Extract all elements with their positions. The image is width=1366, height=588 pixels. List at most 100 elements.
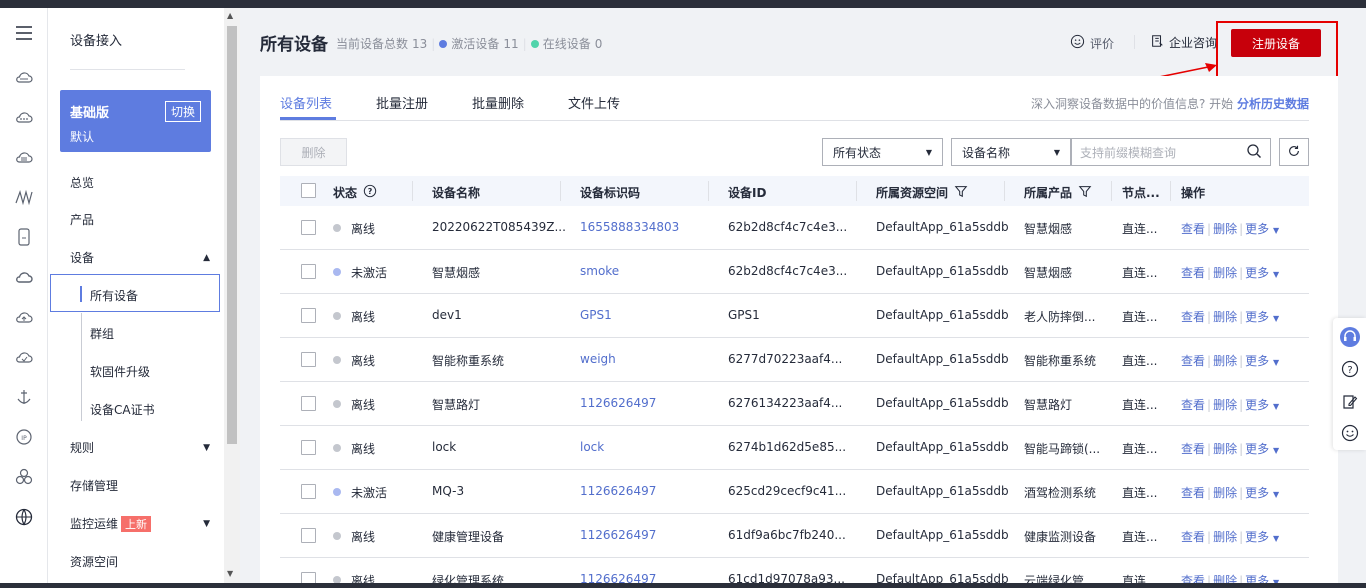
row-checkbox[interactable]: [301, 484, 316, 499]
device-identifier-link[interactable]: GPS1: [580, 308, 612, 322]
tab-file-upload[interactable]: 文件上传: [568, 93, 620, 112]
cloud-sync-icon[interactable]: [13, 346, 35, 368]
tab-batch-register[interactable]: 批量注册: [376, 93, 428, 112]
tab-batch-delete[interactable]: 批量删除: [472, 93, 524, 112]
chevron-down-icon[interactable]: ▼: [1273, 314, 1279, 323]
delete-link[interactable]: 删除: [1213, 530, 1237, 544]
device-identifier-link[interactable]: weigh: [580, 352, 616, 366]
more-link[interactable]: 更多: [1245, 486, 1269, 500]
view-link[interactable]: 查看: [1181, 530, 1205, 544]
scrollbar-thumb[interactable]: [227, 26, 237, 444]
col-identifier[interactable]: 设备标识码: [580, 184, 640, 201]
sidebar-item-overview[interactable]: 总览: [70, 174, 94, 191]
delete-link[interactable]: 删除: [1213, 354, 1237, 368]
view-link[interactable]: 查看: [1181, 442, 1205, 456]
search-icon[interactable]: [1246, 143, 1262, 162]
status-select[interactable]: 所有状态 ▼: [822, 138, 943, 166]
sidebar-item-product[interactable]: 产品: [70, 211, 94, 228]
sidebar-item-storage[interactable]: 存储管理: [70, 477, 118, 494]
row-checkbox[interactable]: [301, 528, 316, 543]
scroll-down-icon[interactable]: ▼: [227, 569, 233, 578]
sidebar-item-rules[interactable]: 规则: [70, 439, 94, 456]
device-identifier-link[interactable]: lock: [580, 440, 604, 454]
consult-button[interactable]: 企业咨询: [1150, 34, 1217, 51]
rate-button[interactable]: 评价: [1070, 34, 1114, 52]
cloud-icon[interactable]: [13, 66, 35, 88]
sidebar-item-ca[interactable]: 设备CA证书: [90, 401, 155, 418]
ip-icon[interactable]: IP: [13, 426, 35, 448]
chevron-down-icon[interactable]: ▼: [1273, 534, 1279, 543]
delete-button[interactable]: 删除: [280, 138, 347, 166]
delete-link[interactable]: 删除: [1213, 222, 1237, 236]
delete-link[interactable]: 删除: [1213, 310, 1237, 324]
row-checkbox[interactable]: [301, 264, 316, 279]
chevron-down-icon[interactable]: ▼: [1273, 490, 1279, 499]
more-link[interactable]: 更多: [1245, 354, 1269, 368]
chevron-down-icon[interactable]: ▼: [1273, 270, 1279, 279]
chevron-down-icon[interactable]: ▼: [1273, 226, 1279, 235]
chevron-up-icon[interactable]: ▲: [203, 253, 210, 263]
device-identifier-link[interactable]: 1126626497: [580, 528, 656, 542]
feedback-edit-icon[interactable]: [1339, 391, 1361, 413]
cloud-outline-icon[interactable]: [13, 266, 35, 288]
view-link[interactable]: 查看: [1181, 398, 1205, 412]
chevron-down-icon[interactable]: ▼: [203, 443, 210, 453]
delete-link[interactable]: 删除: [1213, 266, 1237, 280]
more-link[interactable]: 更多: [1245, 530, 1269, 544]
field-select[interactable]: 设备名称 ▼: [951, 138, 1071, 166]
sidebar-item-firmware[interactable]: 软固件升级: [90, 363, 150, 380]
view-link[interactable]: 查看: [1181, 310, 1205, 324]
customer-service-icon[interactable]: [1339, 326, 1361, 348]
sidebar-item-group[interactable]: 群组: [90, 325, 114, 342]
cluster-icon[interactable]: [13, 466, 35, 488]
filter-icon[interactable]: [954, 184, 968, 201]
row-checkbox[interactable]: [301, 396, 316, 411]
edition-switch-button[interactable]: 切换: [164, 101, 201, 122]
col-device-id[interactable]: 设备ID: [728, 184, 766, 201]
row-checkbox[interactable]: [301, 220, 316, 235]
row-checkbox[interactable]: [301, 308, 316, 323]
sidebar-item-monitor[interactable]: 监控运维 上新: [70, 515, 152, 532]
chevron-down-icon[interactable]: ▼: [1273, 358, 1279, 367]
sidebar-item-device[interactable]: 设备: [70, 249, 94, 266]
refresh-button[interactable]: [1279, 138, 1309, 166]
more-link[interactable]: 更多: [1245, 442, 1269, 456]
col-node[interactable]: 节点...: [1122, 184, 1160, 201]
network-wave-icon[interactable]: [13, 186, 35, 208]
device-identifier-link[interactable]: 1655888334803: [580, 220, 679, 234]
history-analysis-link[interactable]: 分析历史数据: [1237, 97, 1309, 111]
scroll-up-icon[interactable]: ▲: [227, 11, 233, 20]
more-link[interactable]: 更多: [1245, 310, 1269, 324]
more-link[interactable]: 更多: [1245, 222, 1269, 236]
sidebar-item-resource[interactable]: 资源空间: [70, 553, 118, 570]
cloud-database-icon[interactable]: [13, 146, 35, 168]
device-identifier-link[interactable]: 1126626497: [580, 484, 656, 498]
delete-link[interactable]: 删除: [1213, 486, 1237, 500]
view-link[interactable]: 查看: [1181, 266, 1205, 280]
anchor-icon[interactable]: [13, 386, 35, 408]
tab-device-list[interactable]: 设备列表: [280, 93, 332, 112]
view-link[interactable]: 查看: [1181, 354, 1205, 368]
row-checkbox[interactable]: [301, 440, 316, 455]
chevron-down-icon[interactable]: ▼: [1273, 402, 1279, 411]
view-link[interactable]: 查看: [1181, 486, 1205, 500]
smile-icon[interactable]: [1339, 422, 1361, 444]
question-icon[interactable]: ?: [1339, 358, 1361, 380]
more-link[interactable]: 更多: [1245, 398, 1269, 412]
cloud-upload-icon[interactable]: [13, 306, 35, 328]
device-identifier-link[interactable]: smoke: [580, 264, 619, 278]
chevron-down-icon[interactable]: ▼: [1273, 446, 1279, 455]
delete-link[interactable]: 删除: [1213, 398, 1237, 412]
globe-icon[interactable]: [13, 506, 35, 528]
help-icon[interactable]: ?: [363, 184, 377, 201]
more-link[interactable]: 更多: [1245, 266, 1269, 280]
chevron-down-icon[interactable]: ▼: [203, 519, 210, 529]
delete-link[interactable]: 删除: [1213, 442, 1237, 456]
select-all-checkbox[interactable]: [301, 183, 316, 198]
device-identifier-link[interactable]: 1126626497: [580, 396, 656, 410]
filter-icon[interactable]: [1078, 184, 1092, 201]
col-name[interactable]: 设备名称: [432, 184, 480, 201]
search-input[interactable]: 支持前缀模糊查询: [1071, 138, 1271, 166]
menu-icon[interactable]: [13, 22, 35, 44]
device-icon[interactable]: [13, 226, 35, 248]
